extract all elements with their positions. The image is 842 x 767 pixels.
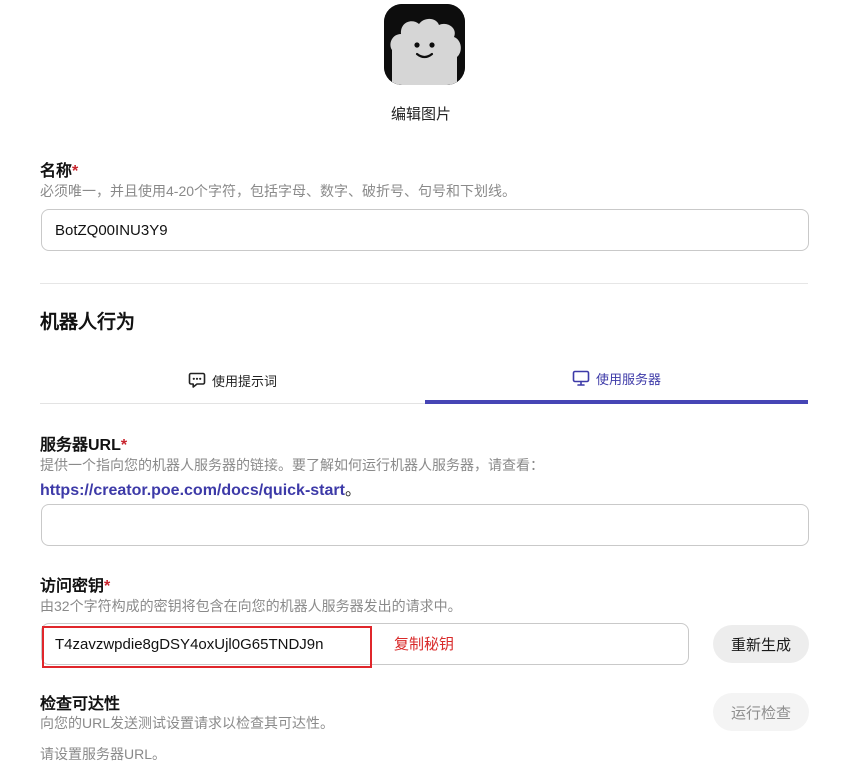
regenerate-button[interactable]: 重新生成 — [713, 625, 809, 663]
required-mark: * — [120, 437, 128, 454]
reachability-hint: 向您的URL发送测试设置请求以检查其可达性。 — [40, 715, 335, 731]
server-url-input[interactable] — [41, 504, 809, 546]
name-label: 名称* — [40, 157, 78, 181]
run-check-button[interactable]: 运行检查 — [713, 693, 809, 731]
tab-use-prompt[interactable]: 使用提示词 — [40, 360, 425, 400]
docs-link[interactable]: https://creator.poe.com/docs/quick-start — [40, 482, 345, 499]
smiley-cloud-icon — [384, 4, 465, 85]
reachability-label: 检查可达性 — [40, 696, 121, 713]
bot-behavior-title: 机器人行为 — [40, 312, 136, 333]
access-key-label: 访问密钥* — [40, 572, 110, 596]
bot-avatar[interactable] — [384, 4, 465, 85]
docs-link-line: https://creator.poe.com/docs/quick-start… — [40, 476, 361, 500]
access-key-hint: 由32个字符构成的密钥将包含在向您的机器人服务器发出的请求中。 — [40, 598, 462, 614]
access-key-label-text: 访问密钥 — [40, 578, 105, 595]
copy-key-button[interactable]: 复制秘钥 — [394, 633, 454, 654]
name-label-text: 名称 — [40, 163, 73, 180]
server-url-hint: 提供一个指向您的机器人服务器的链接。要了解如何运行机器人服务器，请查看： — [40, 457, 544, 473]
active-tab-indicator — [425, 400, 808, 404]
edit-photo-link[interactable]: 编辑图片 — [0, 103, 842, 124]
name-input-value: BotZQ00INU3Y9 — [55, 221, 168, 239]
chat-bubble-icon — [188, 372, 206, 388]
tab-use-server-label: 使用服务器 — [595, 371, 661, 387]
name-input[interactable]: BotZQ00INU3Y9 — [41, 209, 809, 251]
name-hint: 必须唯一，并且使用4-20个字符，包括字母、数字、破折号、句号和下划线。 — [40, 183, 517, 199]
reachability-status: 请设置服务器URL。 — [40, 746, 167, 762]
required-mark: * — [72, 163, 79, 180]
tab-use-prompt-label: 使用提示词 — [211, 373, 277, 389]
section-divider — [40, 283, 808, 284]
required-mark: * — [104, 578, 111, 595]
server-url-label-text: 服务器URL — [40, 437, 121, 454]
tab-use-server[interactable]: 使用服务器 — [425, 358, 808, 398]
docs-link-suffix: 。 — [344, 482, 361, 499]
access-key-highlight — [42, 626, 372, 668]
server-url-label: 服务器URL* — [40, 431, 127, 455]
monitor-icon — [572, 370, 590, 386]
